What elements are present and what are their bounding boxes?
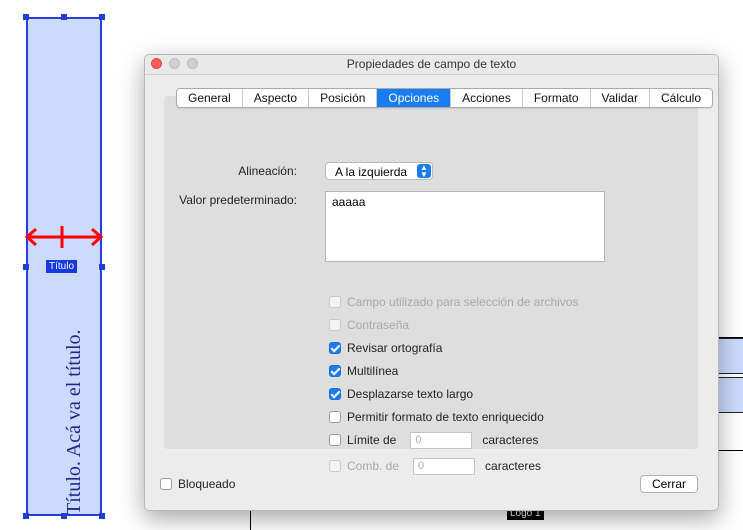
resize-handle-bottom-left[interactable] [23, 513, 29, 519]
scroll-long-text-checkbox[interactable] [329, 388, 341, 400]
tab-aspecto[interactable]: Aspecto [243, 89, 310, 107]
resize-handle-top-mid[interactable] [61, 14, 67, 20]
default-value-label: Valor predeterminado: [179, 193, 297, 207]
page-line [250, 508, 251, 530]
alignment-select[interactable]: A la izquierda ▲ ▼ [325, 162, 433, 180]
background-field [716, 377, 743, 413]
tab-general[interactable]: General [177, 89, 243, 107]
background-field [716, 338, 743, 374]
page-line [716, 450, 743, 451]
locked-label: Bloqueado [178, 477, 236, 491]
resize-handle-mid-right[interactable] [99, 264, 105, 270]
field-name-tag: Título [46, 260, 78, 273]
tab-calculo[interactable]: Cálculo [650, 89, 712, 107]
password-checkbox[interactable] [329, 319, 341, 331]
comb-option[interactable]: Comb. de 0 caracteres [329, 457, 542, 475]
comb-input[interactable]: 0 [413, 457, 476, 475]
tab-acciones[interactable]: Acciones [451, 89, 523, 107]
rich-text-checkbox[interactable] [329, 411, 341, 423]
tab-bar: General Aspecto Posición Opciones Accion… [176, 88, 714, 108]
file-select-option[interactable]: Campo utilizado para selección de archiv… [329, 295, 578, 309]
comb-checkbox[interactable] [329, 460, 341, 472]
resize-handle-top-right[interactable] [99, 14, 105, 20]
comb-suffix: caracteres [485, 459, 542, 473]
locked-checkbox[interactable] [160, 478, 172, 490]
resize-arrow-icon [24, 226, 104, 248]
locked-option[interactable]: Bloqueado [160, 477, 235, 491]
default-value-field[interactable]: aaaaa [325, 191, 605, 262]
spell-check-option[interactable]: Revisar ortografía [329, 341, 442, 355]
tab-formato[interactable]: Formato [523, 89, 591, 107]
spell-check-checkbox[interactable] [329, 342, 341, 354]
close-button[interactable]: Cerrar [640, 475, 698, 493]
dialog-title: Propiedades de campo de texto [346, 57, 517, 71]
resize-handle-bottom-right[interactable] [99, 513, 105, 519]
resize-handle-mid-left[interactable] [23, 264, 29, 270]
char-limit-label: Límite de [347, 433, 397, 447]
chevron-updown-icon: ▲ ▼ [417, 164, 431, 179]
scroll-long-text-option[interactable]: Desplazarse texto largo [329, 387, 473, 401]
file-select-label: Campo utilizado para selección de archiv… [347, 295, 579, 309]
resize-handle-top-left[interactable] [23, 14, 29, 20]
multiline-label: Multilínea [347, 364, 399, 378]
rich-text-option[interactable]: Permitir formato de texto enriquecido [329, 410, 544, 424]
char-limit-option[interactable]: Límite de 0 caracteres [329, 431, 539, 449]
options-panel: Alineación: A la izquierda ▲ ▼ Valor pred… [164, 96, 698, 475]
titlebar: Propiedades de campo de texto [145, 55, 718, 75]
spell-check-label: Revisar ortografía [347, 341, 443, 355]
alignment-label: Alineación: [238, 164, 297, 178]
rich-text-label: Permitir formato de texto enriquecido [347, 410, 544, 424]
multiline-checkbox[interactable] [329, 365, 341, 377]
char-limit-checkbox[interactable] [329, 434, 341, 446]
multiline-option[interactable]: Multilínea [329, 364, 398, 378]
char-limit-suffix: caracteres [482, 433, 539, 447]
password-label: Contraseña [347, 318, 410, 332]
char-limit-input[interactable]: 0 [410, 431, 473, 449]
password-option[interactable]: Contraseña [329, 318, 409, 332]
field-content-text: Título. Acá va el título. [63, 329, 85, 515]
scroll-long-text-label: Desplazarse texto largo [347, 387, 474, 401]
tab-opciones[interactable]: Opciones [377, 89, 452, 107]
tab-posicion[interactable]: Posición [309, 89, 378, 107]
file-select-checkbox[interactable] [329, 296, 341, 308]
text-field-properties-dialog: Propiedades de campo de texto Alineación… [144, 54, 719, 511]
comb-label: Comb. de [347, 459, 400, 473]
alignment-value: A la izquierda [335, 165, 408, 179]
tab-validar[interactable]: Validar [591, 89, 650, 107]
